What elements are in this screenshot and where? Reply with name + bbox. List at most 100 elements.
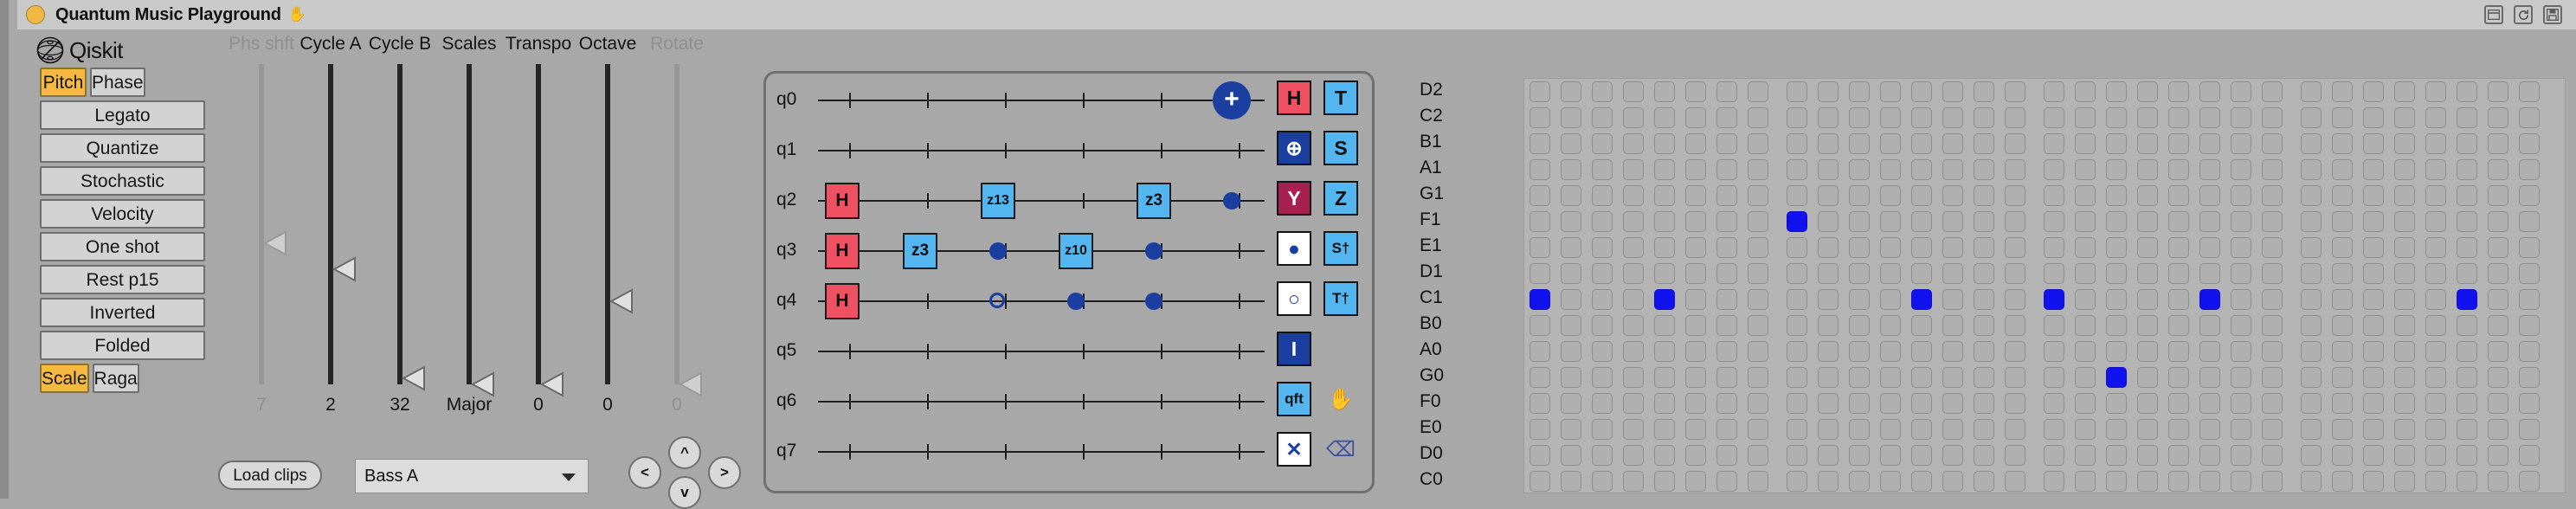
piano-roll-cell[interactable] xyxy=(2488,237,2508,258)
piano-roll-cell[interactable] xyxy=(2332,211,2353,232)
piano-roll-cell[interactable] xyxy=(2301,445,2322,466)
piano-roll-cell[interactable] xyxy=(2231,419,2251,440)
piano-roll-cell[interactable] xyxy=(1787,471,1807,492)
piano-roll-cell[interactable] xyxy=(1748,471,1768,492)
piano-roll-cell[interactable] xyxy=(2044,107,2064,128)
erase-tool-icon[interactable]: ⌫ xyxy=(1323,432,1358,467)
piano-roll-cell[interactable] xyxy=(2106,185,2127,206)
piano-roll-cell[interactable] xyxy=(1849,237,1870,258)
piano-roll-cell[interactable] xyxy=(1942,289,1963,310)
palette-gate-tdg[interactable]: T† xyxy=(1323,281,1358,316)
piano-roll-cell-active[interactable] xyxy=(2199,289,2220,310)
piano-roll-cell[interactable] xyxy=(1880,211,1901,232)
circuit-control-dot[interactable] xyxy=(1145,242,1162,260)
piano-roll-cell[interactable] xyxy=(2394,81,2415,102)
piano-roll-cell[interactable] xyxy=(1748,341,1768,362)
circuit-gate-h[interactable]: H xyxy=(825,233,860,269)
slider-track[interactable] xyxy=(605,64,610,384)
piano-roll-cell[interactable] xyxy=(1592,341,1613,362)
piano-roll-cell[interactable] xyxy=(1911,445,1932,466)
piano-roll-cell[interactable] xyxy=(2519,133,2540,154)
piano-roll-cell[interactable] xyxy=(2231,185,2251,206)
piano-roll-cell[interactable] xyxy=(1787,315,1807,336)
piano-roll-cell[interactable] xyxy=(1911,263,1932,284)
quantum-circuit-panel[interactable]: q0 + q1 q2 Hz13 z3 q3 Hz3 z10 q4 Hq5 q6 q7 H T ⊕ S Y Z ● S†… xyxy=(763,71,1375,493)
piano-roll-cell[interactable] xyxy=(2231,81,2251,102)
piano-roll-cell[interactable] xyxy=(1623,81,1644,102)
piano-roll-cell[interactable] xyxy=(2457,237,2477,258)
piano-roll-cell[interactable] xyxy=(2044,367,2064,388)
piano-roll-cell[interactable] xyxy=(2262,341,2283,362)
piano-roll-cell[interactable] xyxy=(1748,185,1768,206)
circuit-gate-z10[interactable]: z10 xyxy=(1059,233,1093,269)
piano-roll-cell[interactable] xyxy=(1974,419,1994,440)
piano-roll-cell[interactable] xyxy=(2106,263,2127,284)
piano-roll-cell[interactable] xyxy=(2075,237,2096,258)
load-clips-button[interactable]: Load clips xyxy=(218,461,322,490)
toggle-scale[interactable]: Scale xyxy=(40,364,89,393)
piano-roll-cell[interactable] xyxy=(1592,107,1613,128)
piano-roll-cell[interactable] xyxy=(1592,81,1613,102)
piano-roll-cell[interactable] xyxy=(2394,133,2415,154)
piano-roll-cell[interactable] xyxy=(1592,211,1613,232)
piano-roll-cell[interactable] xyxy=(1880,419,1901,440)
reload-icon[interactable] xyxy=(2514,5,2533,24)
piano-roll-cell[interactable] xyxy=(1623,341,1644,362)
piano-roll-cell[interactable] xyxy=(1685,81,1706,102)
piano-roll-cell[interactable] xyxy=(2106,419,2127,440)
piano-roll-cell[interactable] xyxy=(1716,315,1737,336)
piano-roll-cell[interactable] xyxy=(2425,133,2446,154)
piano-roll-cell[interactable] xyxy=(1685,263,1706,284)
piano-roll-cell[interactable] xyxy=(2231,237,2251,258)
piano-roll-cell[interactable] xyxy=(1623,185,1644,206)
piano-roll-cell[interactable] xyxy=(1818,185,1839,206)
piano-roll-cell[interactable] xyxy=(1880,263,1901,284)
piano-roll-cell[interactable] xyxy=(1942,185,1963,206)
piano-roll-cell[interactable] xyxy=(2137,237,2158,258)
piano-roll-cell[interactable] xyxy=(1592,159,1613,180)
piano-roll-cell[interactable] xyxy=(2425,471,2446,492)
piano-roll-cell[interactable] xyxy=(1654,81,1675,102)
piano-roll-cell[interactable] xyxy=(2044,445,2064,466)
piano-roll-cell[interactable] xyxy=(1530,81,1550,102)
piano-roll-cell[interactable] xyxy=(2005,211,2025,232)
piano-roll-cell[interactable] xyxy=(1685,445,1706,466)
piano-roll-cell[interactable] xyxy=(2005,81,2025,102)
piano-roll-cell[interactable] xyxy=(2363,185,2384,206)
piano-roll-cell[interactable] xyxy=(2363,211,2384,232)
piano-roll-cell[interactable] xyxy=(2301,81,2322,102)
piano-roll-cell[interactable] xyxy=(2168,341,2189,362)
piano-roll-cell[interactable] xyxy=(1880,81,1901,102)
piano-roll-cell[interactable] xyxy=(1911,315,1932,336)
piano-roll-cell[interactable] xyxy=(1685,211,1706,232)
piano-roll-cell[interactable] xyxy=(1748,133,1768,154)
piano-roll-cell[interactable] xyxy=(2425,159,2446,180)
piano-roll-cell[interactable] xyxy=(1974,315,1994,336)
piano-roll-cell[interactable] xyxy=(2075,367,2096,388)
piano-roll-cell[interactable] xyxy=(2005,393,2025,414)
piano-roll-cell[interactable] xyxy=(1530,367,1550,388)
piano-roll-cell[interactable] xyxy=(2457,471,2477,492)
piano-roll-cell[interactable] xyxy=(2488,263,2508,284)
piano-roll-cell[interactable] xyxy=(1880,185,1901,206)
slider-track[interactable] xyxy=(674,64,679,384)
piano-roll-cell[interactable] xyxy=(1880,471,1901,492)
circuit-control-dot[interactable] xyxy=(1145,293,1162,310)
piano-roll-cell[interactable] xyxy=(2199,419,2220,440)
piano-roll-cell[interactable] xyxy=(1974,185,1994,206)
piano-roll-cell[interactable] xyxy=(2106,393,2127,414)
piano-roll-cell[interactable] xyxy=(2488,367,2508,388)
piano-roll-cell[interactable] xyxy=(1942,159,1963,180)
piano-roll-cell[interactable] xyxy=(1592,263,1613,284)
piano-roll-cell[interactable] xyxy=(1592,419,1613,440)
piano-roll-cell[interactable] xyxy=(1716,107,1737,128)
piano-roll-cell[interactable] xyxy=(1654,211,1675,232)
piano-roll-cell[interactable] xyxy=(2519,445,2540,466)
piano-roll-cell[interactable] xyxy=(2519,159,2540,180)
nav-right-button[interactable]: > xyxy=(708,456,741,489)
piano-roll-cell[interactable] xyxy=(1787,237,1807,258)
piano-roll-cell[interactable] xyxy=(2425,341,2446,362)
piano-roll-cell[interactable] xyxy=(1880,315,1901,336)
piano-roll-cell[interactable] xyxy=(1849,367,1870,388)
piano-roll-cell[interactable] xyxy=(2488,185,2508,206)
